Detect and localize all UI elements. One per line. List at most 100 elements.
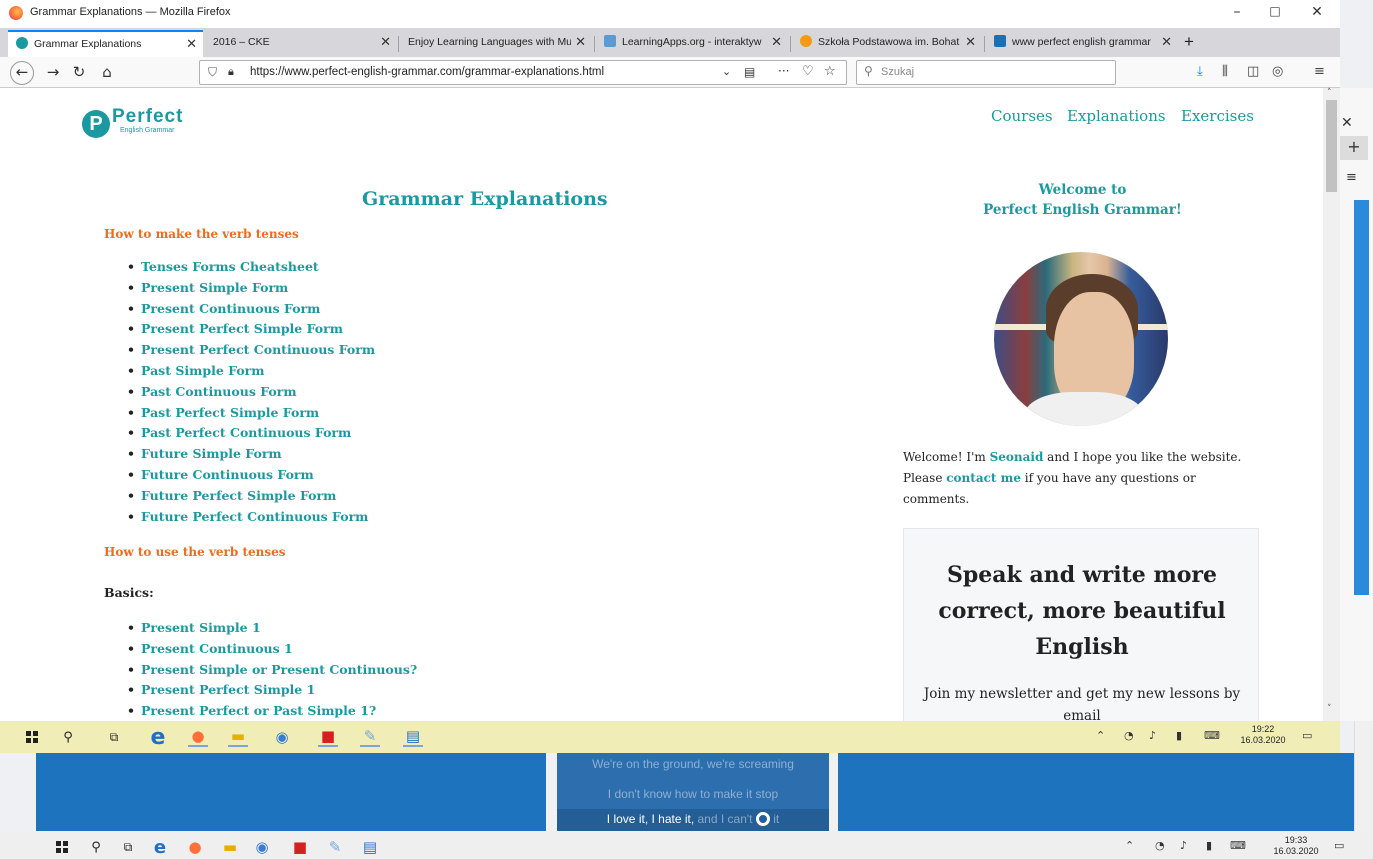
nav-explanations[interactable]: Explanations <box>1067 107 1166 125</box>
tray-chevron-icon[interactable]: ⌃ <box>1096 729 1105 742</box>
home-button[interactable]: ⌂ <box>96 62 118 84</box>
close-tab-icon[interactable]: ✕ <box>1157 30 1172 54</box>
edge-icon[interactable]: e <box>148 725 168 750</box>
tab-learningapps[interactable]: LearningApps.org - interaktyw ✕ <box>596 30 788 57</box>
network-icon[interactable]: ◔ <box>1155 839 1165 852</box>
list-item[interactable]: Future Simple Form <box>127 446 375 467</box>
tab-cke[interactable]: 2016 – CKE ✕ <box>205 30 397 57</box>
paint-icon[interactable]: ✎ <box>360 727 380 747</box>
address-bar[interactable]: ⛉ 🔒︎ https://www.perfect-english-grammar… <box>199 60 847 85</box>
list-item[interactable]: Present Continuous 1 <box>127 641 417 662</box>
logo-text[interactable]: Perfect <box>112 106 183 128</box>
list-item[interactable]: Past Perfect Continuous Form <box>127 425 375 446</box>
document-icon[interactable]: ▤ <box>403 727 423 747</box>
menu-icon[interactable]: ≡ <box>1314 65 1325 79</box>
pocket-icon[interactable]: ♡ <box>802 64 814 79</box>
list-item[interactable]: Present Simple 1 <box>127 620 417 641</box>
firefox-icon[interactable]: ● <box>188 727 208 747</box>
list-item[interactable]: Present Simple Form <box>127 280 375 301</box>
network-icon[interactable]: ◔ <box>1124 729 1134 742</box>
list-item[interactable]: Future Continuous Form <box>127 467 375 488</box>
list-item[interactable]: Past Perfect Simple Form <box>127 405 375 426</box>
tab-enjoy-learning[interactable]: Enjoy Learning Languages with Mu ✕ <box>400 30 592 57</box>
list-item[interactable]: Present Perfect Simple Form <box>127 321 375 342</box>
windows-start-icon[interactable] <box>22 727 42 747</box>
menu-icon[interactable]: ≡ <box>1346 170 1357 185</box>
close-tab-icon[interactable]: ✕ <box>961 30 976 54</box>
keyboard-icon[interactable]: ⌨ <box>1204 729 1220 742</box>
notifications-icon[interactable]: ▭ <box>1334 839 1344 852</box>
paint-icon[interactable]: ✎ <box>325 837 345 857</box>
author-name-link[interactable]: Seonaid <box>990 450 1044 464</box>
tab-perfect-english-search[interactable]: www perfect english grammar ✕ <box>986 30 1178 57</box>
browser-icon[interactable]: ◉ <box>272 727 292 747</box>
sidebar-icon[interactable]: ◫ <box>1247 65 1259 79</box>
windows-start-icon[interactable] <box>52 837 72 857</box>
list-item[interactable]: Future Perfect Simple Form <box>127 488 375 509</box>
lock-icon[interactable]: 🔒︎ <box>228 65 234 79</box>
shield-icon[interactable]: ⛉ <box>208 65 217 80</box>
reload-button[interactable]: ↻ <box>68 62 90 84</box>
close-window-button[interactable]: ✕ <box>1302 4 1332 20</box>
file-explorer-icon[interactable]: ▬ <box>220 837 240 857</box>
volume-icon[interactable]: ♪ <box>1180 839 1187 852</box>
list-item[interactable]: Past Simple Form <box>127 363 375 384</box>
forward-button[interactable]: → <box>42 62 64 84</box>
list-item[interactable]: Present Perfect Continuous Form <box>127 342 375 363</box>
close-tab-icon[interactable]: ✕ <box>186 32 197 56</box>
bookmark-star-icon[interactable]: ☆ <box>824 64 836 79</box>
minimize-button[interactable]: – <box>1222 4 1252 20</box>
volume-icon[interactable]: ♪ <box>1149 729 1156 742</box>
keyboard-icon[interactable]: ⌨ <box>1230 839 1246 852</box>
close-tab-icon[interactable]: ✕ <box>767 30 782 54</box>
tab-grammar-explanations[interactable]: Grammar Explanations ✕ <box>8 30 203 57</box>
new-tab-button[interactable]: + <box>1180 30 1206 57</box>
document-icon[interactable]: ▤ <box>360 837 380 857</box>
list-item[interactable]: Present Continuous Form <box>127 301 375 322</box>
search-icon[interactable]: ⚲ <box>58 727 78 747</box>
back-button[interactable]: ← <box>10 61 34 85</box>
account-icon[interactable]: ◎ <box>1272 65 1283 79</box>
scroll-down-icon[interactable]: ˅ <box>1327 704 1332 714</box>
page-actions-icon[interactable]: ··· <box>778 64 789 78</box>
file-explorer-icon[interactable]: ▬ <box>228 727 248 747</box>
tab-szkola[interactable]: Szkoła Podstawowa im. Bohat ✕ <box>792 30 982 57</box>
tray-chevron-icon[interactable]: ⌃ <box>1125 839 1134 852</box>
close-icon[interactable]: ✕ <box>1341 115 1353 131</box>
task-view-icon[interactable]: ⧉ <box>118 837 138 857</box>
system-clock[interactable]: 19:33 16.03.2020 <box>1268 835 1324 857</box>
list-item[interactable]: Present Simple or Present Continuous? <box>127 662 417 683</box>
pdf-reader-icon[interactable]: ■ <box>318 727 338 747</box>
contact-link[interactable]: contact me <box>946 471 1021 485</box>
library-icon[interactable]: ⫼ <box>1222 65 1228 79</box>
logo-badge[interactable]: P <box>82 110 110 138</box>
list-item[interactable]: Tenses Forms Cheatsheet <box>127 259 375 280</box>
nav-courses[interactable]: Courses <box>991 107 1053 125</box>
search-icon[interactable]: ⚲ <box>86 837 106 857</box>
chevron-down-icon[interactable]: ⌄ <box>722 65 731 78</box>
notifications-icon[interactable]: ▭ <box>1302 729 1312 742</box>
battery-icon[interactable]: ▮ <box>1176 729 1182 742</box>
battery-icon[interactable]: ▮ <box>1206 839 1212 852</box>
pdf-reader-icon[interactable]: ■ <box>290 837 310 857</box>
scrollbar-thumb[interactable] <box>1326 100 1337 192</box>
firefox-icon[interactable]: ● <box>185 837 205 857</box>
scroll-up-icon[interactable]: ˄ <box>1327 88 1332 98</box>
nav-exercises[interactable]: Exercises <box>1181 107 1254 125</box>
search-bar[interactable]: ⚲ Szukaj <box>856 60 1116 85</box>
list-item[interactable]: Future Perfect Continuous Form <box>127 509 375 530</box>
list-item[interactable]: Present Perfect or Past Simple 1? <box>127 703 417 721</box>
list-item[interactable]: Present Perfect Simple 1 <box>127 682 417 703</box>
list-item[interactable]: Past Continuous Form <box>127 384 375 405</box>
maximize-button[interactable]: □ <box>1260 4 1290 18</box>
page-scrollbar[interactable]: ˄ ˅ <box>1323 88 1340 721</box>
close-tab-icon[interactable]: ✕ <box>380 30 391 54</box>
add-button[interactable]: + <box>1340 136 1368 160</box>
system-clock[interactable]: 19:22 16.03.2020 <box>1235 724 1291 746</box>
downloads-icon[interactable]: ⤓ <box>1197 65 1203 79</box>
close-tab-icon[interactable]: ✕ <box>571 30 586 54</box>
browser-icon[interactable]: ◉ <box>252 837 272 857</box>
task-view-icon[interactable]: ⧉ <box>104 727 124 747</box>
edge-icon[interactable]: e <box>150 837 170 858</box>
side-scrollbar[interactable] <box>1354 200 1369 595</box>
